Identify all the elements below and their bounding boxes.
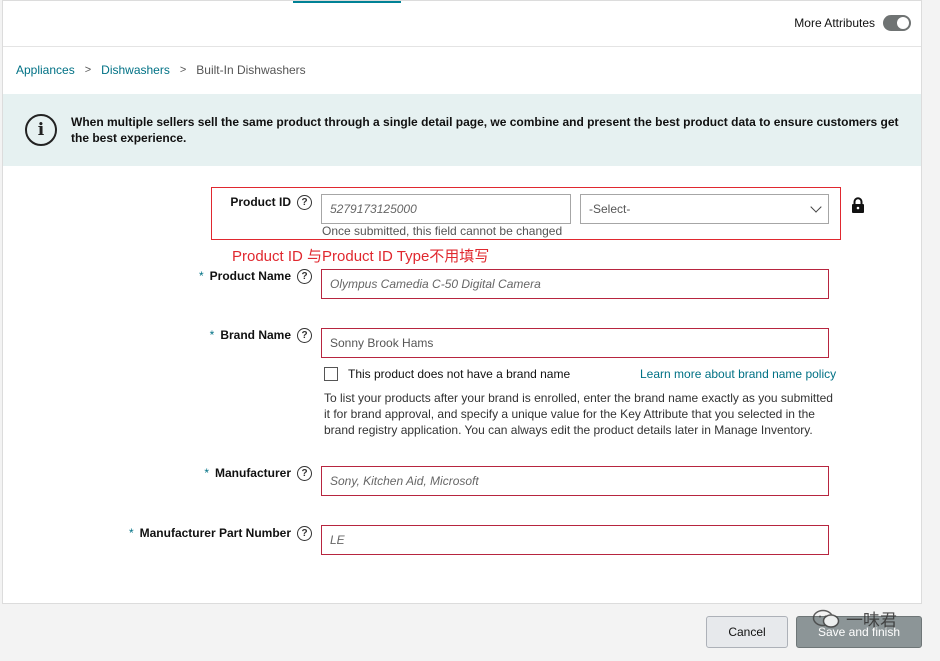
chevron-down-icon [810, 201, 822, 213]
product-id-type-select[interactable]: -Select- [580, 194, 829, 224]
watermark-text: 一味君 [846, 611, 897, 630]
cancel-button[interactable]: Cancel [706, 616, 788, 648]
breadcrumb-dishwashers[interactable]: Dishwashers [101, 63, 170, 77]
main-card: More Attributes Appliances > Dishwashers… [2, 0, 922, 604]
product-name-input[interactable]: Olympus Camedia C-50 Digital Camera [321, 269, 829, 299]
manufacturer-input[interactable]: Sony, Kitchen Aid, Microsoft [321, 466, 829, 496]
product-name-label: * Product Name [198, 269, 291, 283]
product-id-label: Product ID [230, 195, 291, 209]
manufacturer-part-number-label: * Manufacturer Part Number [128, 526, 291, 540]
annotation-text: Product ID 与Product ID Type不用填写 [232, 248, 490, 265]
lock-icon [852, 197, 864, 213]
toggle-knob [897, 17, 909, 29]
brand-name-label: * Brand Name [209, 328, 291, 342]
product-id-note: Once submitted, this field cannot be cha… [322, 224, 563, 238]
header-divider [3, 46, 921, 47]
no-brand-checkbox[interactable] [324, 367, 338, 381]
help-icon[interactable]: ? [297, 328, 312, 343]
more-attributes-label: More Attributes [794, 16, 875, 30]
info-banner: i When multiple sellers sell the same pr… [3, 94, 921, 166]
watermark: 一味君 [812, 606, 897, 631]
wechat-logo-icon [812, 609, 840, 628]
active-tab-indicator [293, 1, 401, 3]
brand-name-input[interactable]: Sonny Brook Hams [321, 328, 829, 358]
help-icon[interactable]: ? [297, 526, 312, 541]
help-icon[interactable]: ? [297, 195, 312, 210]
learn-brand-policy-link[interactable]: Learn more about brand name policy [640, 367, 836, 381]
help-icon[interactable]: ? [297, 269, 312, 284]
product-id-input[interactable]: 5279173125000 [321, 194, 571, 224]
more-attributes: More Attributes [794, 15, 911, 31]
manufacturer-part-number-input[interactable]: LE [321, 525, 829, 555]
info-banner-text: When multiple sellers sell the same prod… [71, 115, 899, 145]
brand-help-text: To list your products after your brand i… [324, 391, 833, 437]
no-brand-label: This product does not have a brand name [348, 367, 571, 381]
chevron-right-icon: > [179, 64, 187, 76]
help-icon[interactable]: ? [297, 466, 312, 481]
breadcrumb: Appliances > Dishwashers > Built-In Dish… [16, 63, 306, 77]
breadcrumb-current: Built-In Dishwashers [196, 63, 306, 77]
product-id-type-value: -Select- [589, 202, 631, 216]
breadcrumb-appliances[interactable]: Appliances [16, 63, 75, 77]
more-attributes-toggle[interactable] [883, 15, 911, 31]
manufacturer-label: * Manufacturer [204, 466, 291, 480]
chevron-right-icon: > [84, 64, 92, 76]
info-circle-icon: i [25, 114, 57, 146]
